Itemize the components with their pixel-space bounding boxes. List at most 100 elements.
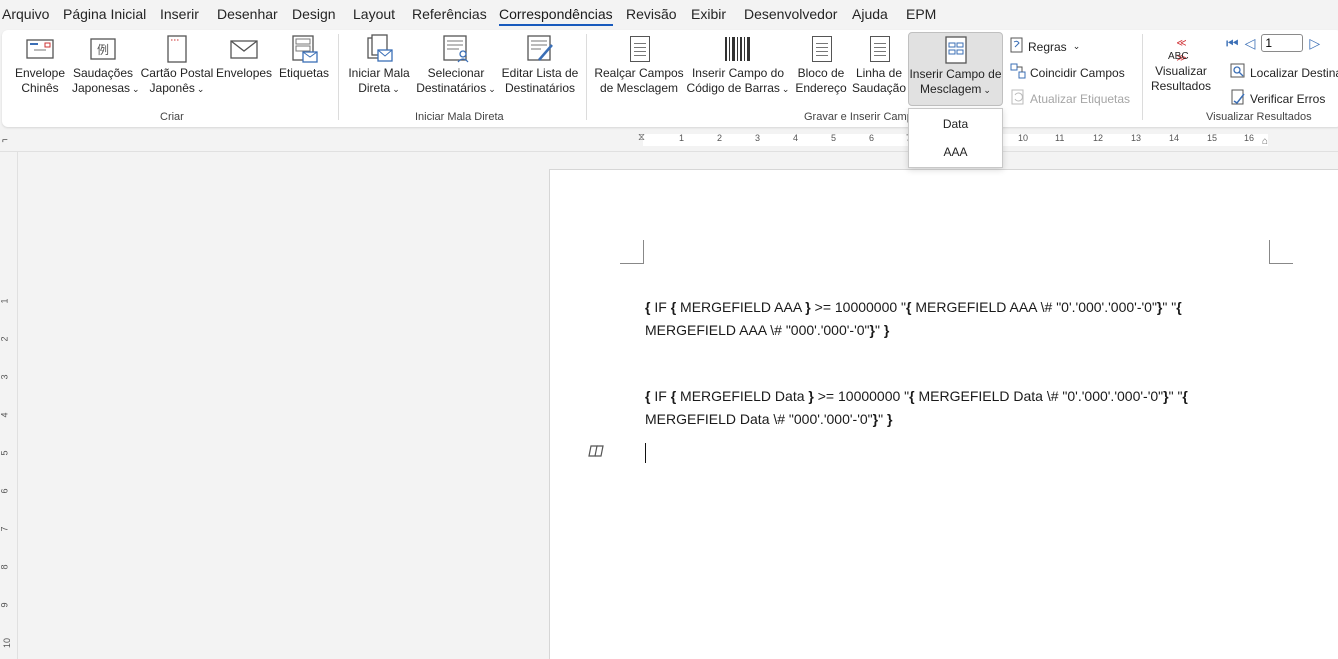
vruler-number: 2 xyxy=(0,336,10,342)
abc-text: ABC xyxy=(1168,51,1189,62)
next-record-icon[interactable]: ▷ xyxy=(1309,35,1320,52)
vruler-number: 1 xyxy=(0,298,10,304)
right-indent-marker-icon[interactable]: ⌂ xyxy=(1262,136,1268,147)
envelopes-label: Envelopes xyxy=(216,66,273,80)
ruler-number: 2 xyxy=(717,133,723,143)
gravar-group-label: Gravar e Inserir Camp xyxy=(804,111,913,123)
merge-field-code-aaa-line2[interactable]: MERGEFIELD AAA \# "000'.'000'-'0"}" } xyxy=(645,319,889,342)
regras-button[interactable]: Regras ⌄ xyxy=(1010,37,1080,56)
record-navigator: ⏮ ◁ ▷ xyxy=(1226,34,1320,52)
greeting-line-icon xyxy=(864,34,894,64)
editar-lista-destinatarios-button[interactable]: Editar Lista de Destinatários xyxy=(500,34,580,96)
envelopes-button[interactable]: Envelopes xyxy=(216,34,272,81)
group-separator xyxy=(1142,34,1143,120)
coincidir-campos-button[interactable]: Coincidir Campos xyxy=(1010,63,1125,82)
tab-pagina-inicial[interactable]: Página Inicial xyxy=(63,6,146,22)
saudacoes-label-1: Saudações xyxy=(72,66,134,80)
vruler-number: 8 xyxy=(0,564,10,570)
vertical-ruler[interactable]: 1 2 3 4 5 6 7 8 9 10 xyxy=(0,152,18,659)
cartao-label-1: Cartão Postal xyxy=(140,66,214,80)
vruler-number: 3 xyxy=(0,374,10,380)
merge-field-code-aaa-line1[interactable]: { IF { MERGEFIELD AAA } >= 10000000 "{ M… xyxy=(645,296,1182,319)
ruler-number: 15 xyxy=(1207,133,1218,143)
visualizar-resultados-button[interactable]: ≪ ≫ ABC Visualizar Resultados xyxy=(1150,34,1212,94)
vruler-number: 7 xyxy=(0,526,10,532)
tab-exibir[interactable]: Exibir xyxy=(691,6,726,22)
iniciar-mala-direta-button[interactable]: Iniciar Mala Direta ⌄ xyxy=(344,34,414,97)
tab-epm[interactable]: EPM xyxy=(906,6,936,22)
ruler-number: 16 xyxy=(1244,133,1255,143)
chevron-down-icon: ⌄ xyxy=(392,84,400,94)
criar-group-label: Criar xyxy=(160,111,184,123)
envelope-chines-button[interactable]: Envelope Chinês xyxy=(10,34,70,96)
localizar-label: Localizar Destina xyxy=(1250,65,1338,80)
realcar-campos-button[interactable]: Realçar Campos de Mesclagem xyxy=(592,34,686,96)
ruler-number: 10 xyxy=(1018,133,1029,143)
atualizar-etiquetas-button[interactable]: Atualizar Etiquetas xyxy=(1010,89,1130,108)
select-recipients-icon xyxy=(441,34,471,64)
saudacoes-japonesas-button[interactable]: 例 Saudações Japonesas ⌄ xyxy=(72,34,140,97)
highlight-fields-icon xyxy=(624,34,654,64)
linha-saudacao-button[interactable]: Linha de Saudação xyxy=(851,34,907,96)
iniciar-label-1: Iniciar Mala xyxy=(348,66,410,80)
tab-design[interactable]: Design xyxy=(292,6,336,22)
merge-field-option-aaa[interactable]: AAA xyxy=(909,145,1002,159)
codigo-barras-label-1: Inserir Campo do xyxy=(691,66,785,80)
inserir-campo-mesclagem-button[interactable]: Inserir Campo de Mesclagem ⌄ xyxy=(908,32,1003,106)
tab-arquivo[interactable]: Arquivo xyxy=(2,6,49,22)
saudacoes-label-2: Japonesas xyxy=(72,81,131,95)
margin-corner-right xyxy=(1269,240,1293,264)
atualizar-label: Atualizar Etiquetas xyxy=(1030,91,1131,106)
bloco-label-1: Bloco de xyxy=(797,66,845,80)
etiquetas-button[interactable]: Etiquetas xyxy=(276,34,332,81)
greeting-card-icon: 例 xyxy=(88,34,118,64)
vruler-number: 10 xyxy=(2,637,13,649)
group-separator xyxy=(338,34,339,120)
record-number-input[interactable] xyxy=(1261,34,1304,52)
update-labels-icon xyxy=(1010,89,1026,108)
tab-stop-selector-icon[interactable]: ⌐ xyxy=(2,135,8,146)
tab-revisao[interactable]: Revisão xyxy=(626,6,677,22)
linha-label-1: Linha de xyxy=(855,66,903,80)
editar-label-2: Destinatários xyxy=(504,81,576,95)
labels-icon xyxy=(289,34,319,64)
localizar-destinatario-button[interactable]: Localizar Destina xyxy=(1230,63,1338,82)
selecionar-destinatarios-button[interactable]: Selecionar Destinatários ⌄ xyxy=(414,34,498,97)
tab-desenhar[interactable]: Desenhar xyxy=(217,6,278,22)
ruler-number: 1 xyxy=(679,133,685,143)
visualizar-group-label: Visualizar Resultados xyxy=(1206,111,1312,123)
first-record-icon[interactable]: ⏮ xyxy=(1226,35,1239,52)
inserir-codigo-barras-button[interactable]: Inserir Campo do Código de Barras ⌄ xyxy=(686,34,790,97)
barcode-icon xyxy=(723,34,753,64)
realcar-label-1: Realçar Campos xyxy=(594,66,684,80)
selecionar-label-1: Selecionar xyxy=(427,66,485,80)
verificar-erros-button[interactable]: Verificar Erros xyxy=(1230,89,1325,108)
cartao-postal-button[interactable]: Cartão Postal Japonês ⌄ xyxy=(140,34,214,97)
tab-desenvolvedor[interactable]: Desenvolvedor xyxy=(744,6,837,22)
tab-ajuda[interactable]: Ajuda xyxy=(852,6,888,22)
rules-icon xyxy=(1010,37,1024,56)
linha-label-2: Saudação xyxy=(851,81,907,95)
tab-correspondencias[interactable]: Correspondências xyxy=(499,6,613,26)
merge-field-code-data-line2[interactable]: MERGEFIELD Data \# "000'.'000'-'0"}" } xyxy=(645,408,892,431)
ruler-number: 6 xyxy=(869,133,875,143)
tab-layout[interactable]: Layout xyxy=(353,6,395,22)
inserir-campo-label-2: Mesclagem xyxy=(920,82,982,96)
previous-record-icon[interactable]: ◁ xyxy=(1245,35,1256,52)
horizontal-ruler[interactable]: ⌐ ⧖ 1 2 3 4 5 6 7 10 11 12 13 14 15 16 ⌂ xyxy=(0,130,1338,152)
copilot-icon[interactable] xyxy=(588,444,606,461)
codigo-barras-label-2: Código de Barras xyxy=(686,81,780,95)
vruler-number: 4 xyxy=(0,412,10,418)
ruler-number: 12 xyxy=(1093,133,1104,143)
merge-field-option-data[interactable]: Data xyxy=(909,117,1002,131)
tab-referencias[interactable]: Referências xyxy=(412,6,487,22)
tab-inserir[interactable]: Inserir xyxy=(160,6,199,22)
bloco-label-2: Endereço xyxy=(795,81,847,95)
check-errors-icon xyxy=(1230,89,1246,108)
indent-marker-icon[interactable]: ⧖ xyxy=(638,132,645,143)
group-separator xyxy=(586,34,587,120)
bloco-endereco-button[interactable]: Bloco de Endereço xyxy=(793,34,849,96)
merge-field-code-data-line1[interactable]: { IF { MERGEFIELD Data } >= 10000000 "{ … xyxy=(645,385,1188,408)
chevron-down-icon: ⌄ xyxy=(781,84,790,94)
envelope-chines-label-1: Envelope xyxy=(14,66,66,80)
